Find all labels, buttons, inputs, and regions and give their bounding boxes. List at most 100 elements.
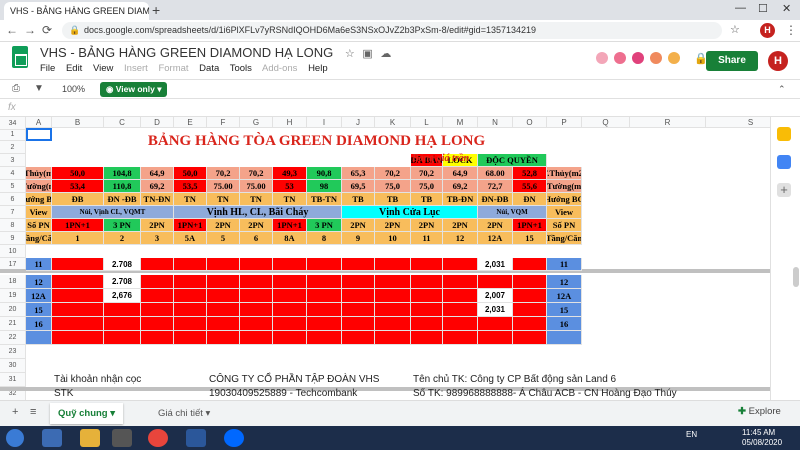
spreadsheet-grid[interactable]: A B C D E F G H I J K L M N O P Q R S 1 2 3 4 5 6 7 8 9 10 17 18 19 20 21… [0,117,770,400]
row-header[interactable]: 5 [0,180,26,193]
close-icon[interactable]: ✕ [782,2,791,15]
column-header[interactable]: R [630,117,706,128]
tasks-icon[interactable] [777,155,791,169]
row-header[interactable]: 21 [0,317,26,331]
reload-icon[interactable]: ⟳ [42,23,52,37]
browser-tab[interactable] [300,2,328,20]
row-header[interactable]: 9 [0,232,26,245]
maximize-icon[interactable]: ☐ [758,2,768,15]
menu-insert[interactable]: Insert [124,63,148,74]
explorer-icon[interactable] [42,429,62,447]
star-icon[interactable]: ☆ [730,23,740,36]
keep-icon[interactable] [777,127,791,141]
view-only-button[interactable]: ◉ View only ▾ [100,82,168,97]
menu-file[interactable]: File [40,63,55,74]
column-header[interactable]: N [478,117,513,128]
print-icon[interactable]: ⎙ [12,80,20,98]
column-header[interactable]: I [307,117,342,128]
row-header[interactable]: 10 [0,245,26,258]
browser-menu-icon[interactable]: ⋮ [785,23,797,37]
column-header[interactable]: O [513,117,547,128]
sheet-tab-quy-chung[interactable]: Quỹ chung ▾ [50,403,124,424]
column-header[interactable]: E [174,117,207,128]
minimize-icon[interactable]: — [735,2,746,14]
vertical-scrollbar-thumb[interactable] [793,267,799,287]
row-header[interactable]: 18 [0,275,26,289]
sheets-logo-icon[interactable] [12,46,28,68]
formula-bar[interactable]: fx [0,100,800,117]
browser-tab[interactable] [204,2,232,20]
row-header[interactable]: 34 [0,117,26,130]
folder-icon[interactable] [80,429,100,447]
collapse-icon[interactable]: ⌃ [778,80,786,98]
row-header[interactable]: 4 [0,167,26,180]
document-title[interactable]: VHS - BẢNG HÀNG GREEN DIAMOND HẠ LONG ☆ … [40,45,391,60]
row-header[interactable]: 19 [0,289,26,303]
column-header[interactable]: B [52,117,104,128]
row-header[interactable]: 3 [0,154,26,167]
filter-icon[interactable]: ▼ [34,80,44,98]
row-header[interactable]: 8 [0,219,26,232]
collaborator-icon[interactable] [614,52,627,64]
share-button[interactable]: Share [706,51,758,71]
column-header[interactable]: C [104,117,141,128]
cloud-icon[interactable]: ☁ [380,48,391,60]
column-header[interactable]: K [375,117,411,128]
word-icon[interactable] [186,429,206,447]
collaborator-icon[interactable] [596,52,608,64]
menu-tools[interactable]: Tools [230,63,252,74]
add-ons-icon[interactable]: + [777,183,791,197]
column-header[interactable]: M [443,117,478,128]
column-header[interactable]: A [26,117,52,128]
collaborator-icon[interactable] [650,52,663,64]
column-header[interactable]: F [207,117,240,128]
browser-tab-active[interactable]: VHS - BẢNG HÀNG GREEN DIAM [4,2,149,20]
row-header[interactable]: 31 [0,373,26,387]
start-icon[interactable] [6,429,24,447]
collaborator-icon[interactable] [632,52,645,64]
row-header[interactable]: 20 [0,303,26,317]
menu-view[interactable]: View [93,63,113,74]
column-header[interactable]: J [342,117,375,128]
row-header[interactable]: 7 [0,206,26,219]
browser-profile-avatar[interactable]: H [760,23,775,38]
browser-tab[interactable] [332,2,360,20]
row-header[interactable]: 22 [0,331,26,345]
back-icon[interactable]: ← [6,23,18,37]
row-header[interactable]: 6 [0,193,26,206]
browser-tab[interactable] [172,2,200,20]
menu-data[interactable]: Data [199,63,219,74]
menu-add-ons[interactable]: Add-ons [262,63,297,74]
url-field[interactable]: 🔒 docs.google.com/spreadsheets/d/1i6PlXF… [62,22,722,39]
account-avatar[interactable]: H [768,51,788,71]
sheet-tab-gia-chi-tiet[interactable]: Giá chi tiết ▾ [150,403,218,424]
row-header[interactable]: 2 [0,141,26,154]
media-icon[interactable] [112,429,132,447]
forward-icon[interactable]: → [24,23,36,37]
column-header[interactable]: L [411,117,443,128]
star-icon[interactable]: ☆ [345,48,355,60]
menu-help[interactable]: Help [308,63,328,74]
browser-tab[interactable] [268,2,296,20]
add-sheet-icon[interactable]: + [12,406,18,418]
new-tab-button[interactable]: + [152,2,160,18]
chrome-icon[interactable] [148,429,168,447]
folder-icon[interactable]: ▣ [362,48,372,60]
menu-format[interactable]: Format [158,63,188,74]
browser-tab[interactable] [236,2,264,20]
column-header[interactable]: G [240,117,273,128]
language-indicator[interactable]: EN [686,430,697,439]
zalo-icon[interactable] [224,429,244,447]
menu-edit[interactable]: Edit [66,63,82,74]
column-header[interactable]: D [141,117,174,128]
row-header[interactable]: 23 [0,345,26,359]
column-header[interactable]: Q [582,117,630,128]
column-header[interactable]: S [706,117,770,128]
column-header[interactable]: P [547,117,582,128]
row-header[interactable]: 30 [0,359,26,373]
selected-cell[interactable] [26,128,52,141]
collaborator-icon[interactable] [668,52,681,64]
column-header[interactable]: H [273,117,307,128]
zoom-select[interactable]: 100% [62,80,85,98]
all-sheets-icon[interactable]: ≡ [30,406,36,418]
